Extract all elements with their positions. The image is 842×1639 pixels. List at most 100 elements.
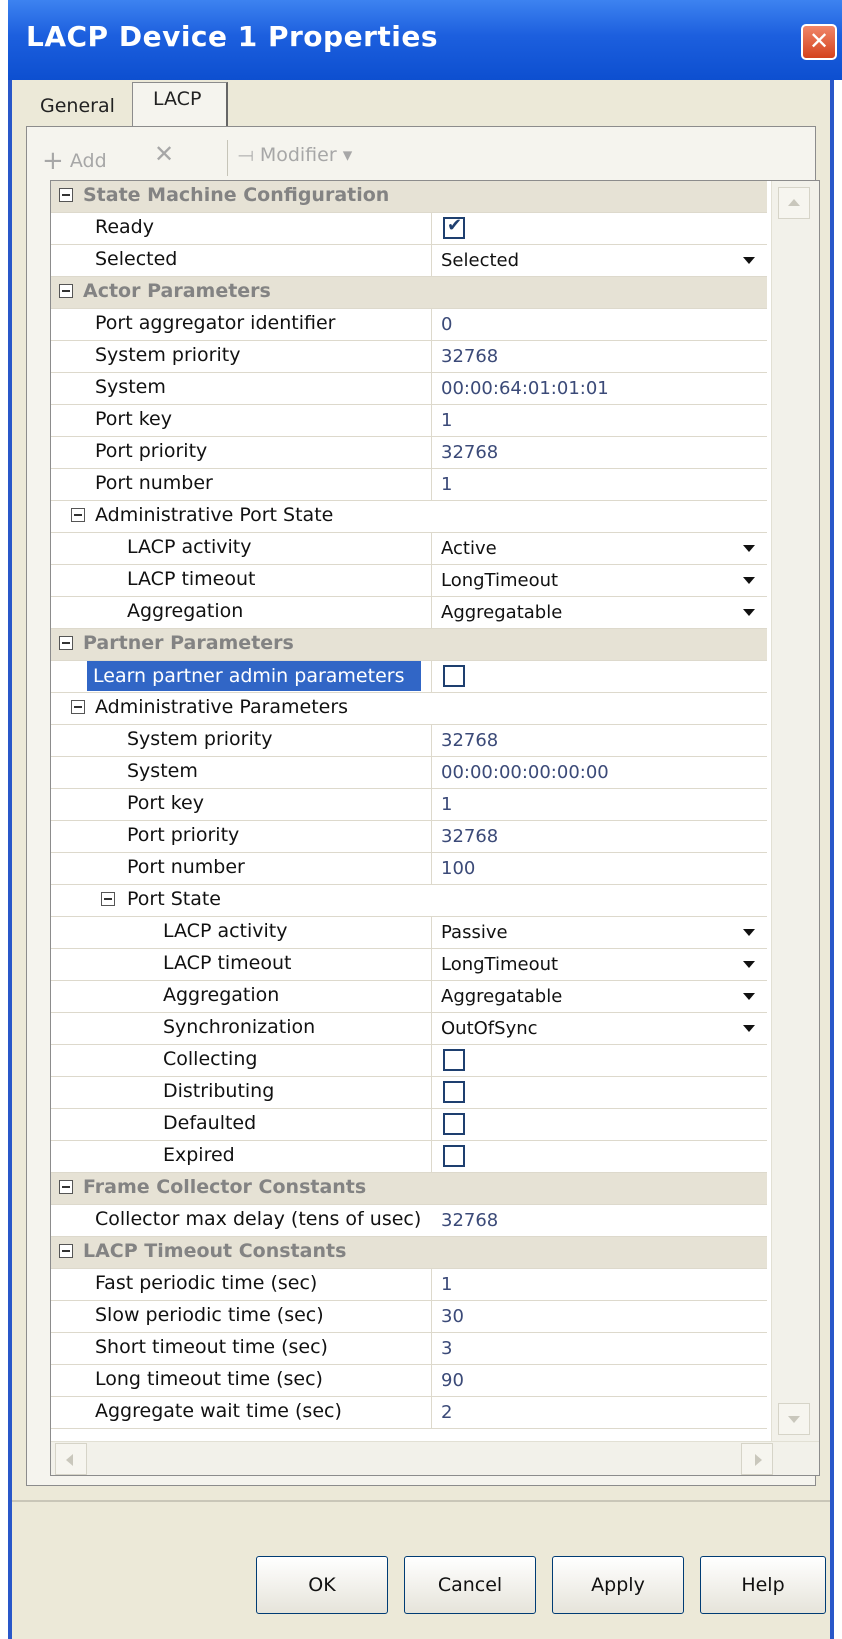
property-row-partner-system[interactable]: System 00:00:00:00:00:00 (51, 757, 767, 789)
property-row-lacp-timeout[interactable]: LACP timeout LongTimeout (51, 565, 767, 597)
property-value[interactable]: 1 (441, 1274, 452, 1295)
property-value[interactable]: 32768 (441, 1210, 498, 1231)
delete-icon[interactable]: ✕ (154, 140, 174, 168)
collapse-icon[interactable] (59, 1244, 73, 1258)
dropdown-arrow-icon[interactable] (743, 609, 755, 616)
group-administrative-parameters[interactable]: Administrative Parameters (51, 693, 767, 725)
property-value[interactable]: 90 (441, 1370, 464, 1391)
property-row-defaulted[interactable]: Defaulted (51, 1109, 767, 1141)
property-row-fast-periodic[interactable]: Fast periodic time (sec) 1 (51, 1269, 767, 1301)
modifier-button[interactable]: ⟞ Modifier ▾ (238, 144, 352, 166)
category-state-machine[interactable]: State Machine Configuration (51, 181, 767, 213)
cancel-button[interactable]: Cancel (404, 1556, 536, 1614)
selected-combo-value[interactable]: Selected (441, 250, 519, 271)
property-combo-value[interactable]: OutOfSync (441, 1018, 538, 1039)
category-actor[interactable]: Actor Parameters (51, 277, 767, 309)
ready-checkbox[interactable] (443, 215, 465, 239)
distributing-checkbox[interactable] (443, 1081, 465, 1103)
property-row-long-timeout[interactable]: Long timeout time (sec) 90 (51, 1365, 767, 1397)
group-port-state[interactable]: Port State (51, 885, 767, 917)
property-row-partner-port-priority[interactable]: Port priority 32768 (51, 821, 767, 853)
property-value[interactable]: 32768 (441, 442, 498, 463)
property-combo-value[interactable]: Passive (441, 922, 508, 943)
collapse-icon[interactable] (101, 892, 115, 906)
tab-lacp[interactable]: LACP (132, 82, 228, 127)
tab-general[interactable]: General (32, 90, 123, 126)
scroll-left-button[interactable] (55, 1443, 87, 1475)
property-row-partner-port-number[interactable]: Port number 100 (51, 853, 767, 885)
horizontal-scrollbar[interactable] (51, 1441, 819, 1475)
category-frame-collector[interactable]: Frame Collector Constants (51, 1173, 767, 1205)
property-row-distributing[interactable]: Distributing (51, 1077, 767, 1109)
property-value[interactable]: 3 (441, 1338, 452, 1359)
dropdown-arrow-icon[interactable] (743, 993, 755, 1000)
scroll-right-button[interactable] (741, 1443, 773, 1475)
property-row-collector-max-delay[interactable]: Collector max delay (tens of usec) 32768 (51, 1205, 767, 1237)
collapse-icon[interactable] (59, 636, 73, 650)
property-row-port-key[interactable]: Port key 1 (51, 405, 767, 437)
property-row-partner-synchronization[interactable]: Synchronization OutOfSync (51, 1013, 767, 1045)
collapse-icon[interactable] (71, 700, 85, 714)
scroll-down-button[interactable] (778, 1403, 810, 1435)
property-row-port-number[interactable]: Port number 1 (51, 469, 767, 501)
dropdown-arrow-icon[interactable] (743, 929, 755, 936)
apply-button[interactable]: Apply (552, 1556, 684, 1614)
group-admin-port-state[interactable]: Administrative Port State (51, 501, 767, 533)
collecting-checkbox[interactable] (443, 1049, 465, 1071)
property-row-port-priority[interactable]: Port priority 32768 (51, 437, 767, 469)
title-bar[interactable]: LACP Device 1 Properties ✕ (8, 0, 842, 80)
category-timeout-constants[interactable]: LACP Timeout Constants (51, 1237, 767, 1269)
property-row-expired[interactable]: Expired (51, 1141, 767, 1173)
learn-partner-checkbox[interactable] (443, 665, 465, 687)
property-value[interactable]: 0 (441, 314, 452, 335)
property-value[interactable]: 00:00:64:01:01:01 (441, 378, 609, 399)
property-row-slow-periodic[interactable]: Slow periodic time (sec) 30 (51, 1301, 767, 1333)
property-row-system-priority[interactable]: System priority 32768 (51, 341, 767, 373)
defaulted-checkbox[interactable] (443, 1113, 465, 1135)
property-value[interactable]: 32768 (441, 826, 498, 847)
property-row-partner-port-key[interactable]: Port key 1 (51, 789, 767, 821)
property-row-selected[interactable]: Selected Selected (51, 245, 767, 277)
property-combo-value[interactable]: Active (441, 538, 497, 559)
property-row-partner-lacp-timeout[interactable]: LACP timeout LongTimeout (51, 949, 767, 981)
ok-button[interactable]: OK (256, 1556, 388, 1614)
property-value[interactable]: 30 (441, 1306, 464, 1327)
property-row-aggregate-wait[interactable]: Aggregate wait time (sec) 2 (51, 1397, 767, 1429)
collapse-icon[interactable] (59, 284, 73, 298)
add-button[interactable]: + Add (42, 144, 107, 176)
help-button[interactable]: Help (700, 1556, 826, 1614)
property-value[interactable]: 00:00:00:00:00:00 (441, 762, 609, 783)
category-partner[interactable]: Partner Parameters (51, 629, 767, 661)
property-row-ready[interactable]: Ready (51, 213, 767, 245)
scroll-up-button[interactable] (778, 187, 810, 219)
property-row-lacp-activity[interactable]: LACP activity Active (51, 533, 767, 565)
property-row-partner-lacp-activity[interactable]: LACP activity Passive (51, 917, 767, 949)
property-value[interactable]: 2 (441, 1402, 452, 1423)
dropdown-arrow-icon[interactable] (743, 257, 755, 264)
dropdown-arrow-icon[interactable] (743, 545, 755, 552)
expired-checkbox[interactable] (443, 1145, 465, 1167)
property-row-collecting[interactable]: Collecting (51, 1045, 767, 1077)
collapse-icon[interactable] (71, 508, 85, 522)
collapse-icon[interactable] (59, 1180, 73, 1194)
property-value[interactable]: 1 (441, 410, 452, 431)
dropdown-arrow-icon[interactable] (743, 1025, 755, 1032)
property-combo-value[interactable]: Aggregatable (441, 986, 562, 1007)
close-button[interactable]: ✕ (801, 24, 837, 60)
property-value[interactable]: 32768 (441, 730, 498, 751)
property-row-learn-partner[interactable]: Learn partner admin parameters (51, 661, 767, 693)
dropdown-arrow-icon[interactable] (743, 577, 755, 584)
property-combo-value[interactable]: LongTimeout (441, 954, 558, 975)
property-combo-value[interactable]: Aggregatable (441, 602, 562, 623)
property-value[interactable]: 32768 (441, 346, 498, 367)
property-value[interactable]: 100 (441, 858, 475, 879)
property-combo-value[interactable]: LongTimeout (441, 570, 558, 591)
property-row-short-timeout[interactable]: Short timeout time (sec) 3 (51, 1333, 767, 1365)
collapse-icon[interactable] (59, 188, 73, 202)
property-row-port-aggregator-identifier[interactable]: Port aggregator identifier 0 (51, 309, 767, 341)
vertical-scrollbar[interactable] (771, 181, 819, 1441)
property-row-partner-system-priority[interactable]: System priority 32768 (51, 725, 767, 757)
property-value[interactable]: 1 (441, 474, 452, 495)
dropdown-arrow-icon[interactable] (743, 961, 755, 968)
property-row-aggregation[interactable]: Aggregation Aggregatable (51, 597, 767, 629)
